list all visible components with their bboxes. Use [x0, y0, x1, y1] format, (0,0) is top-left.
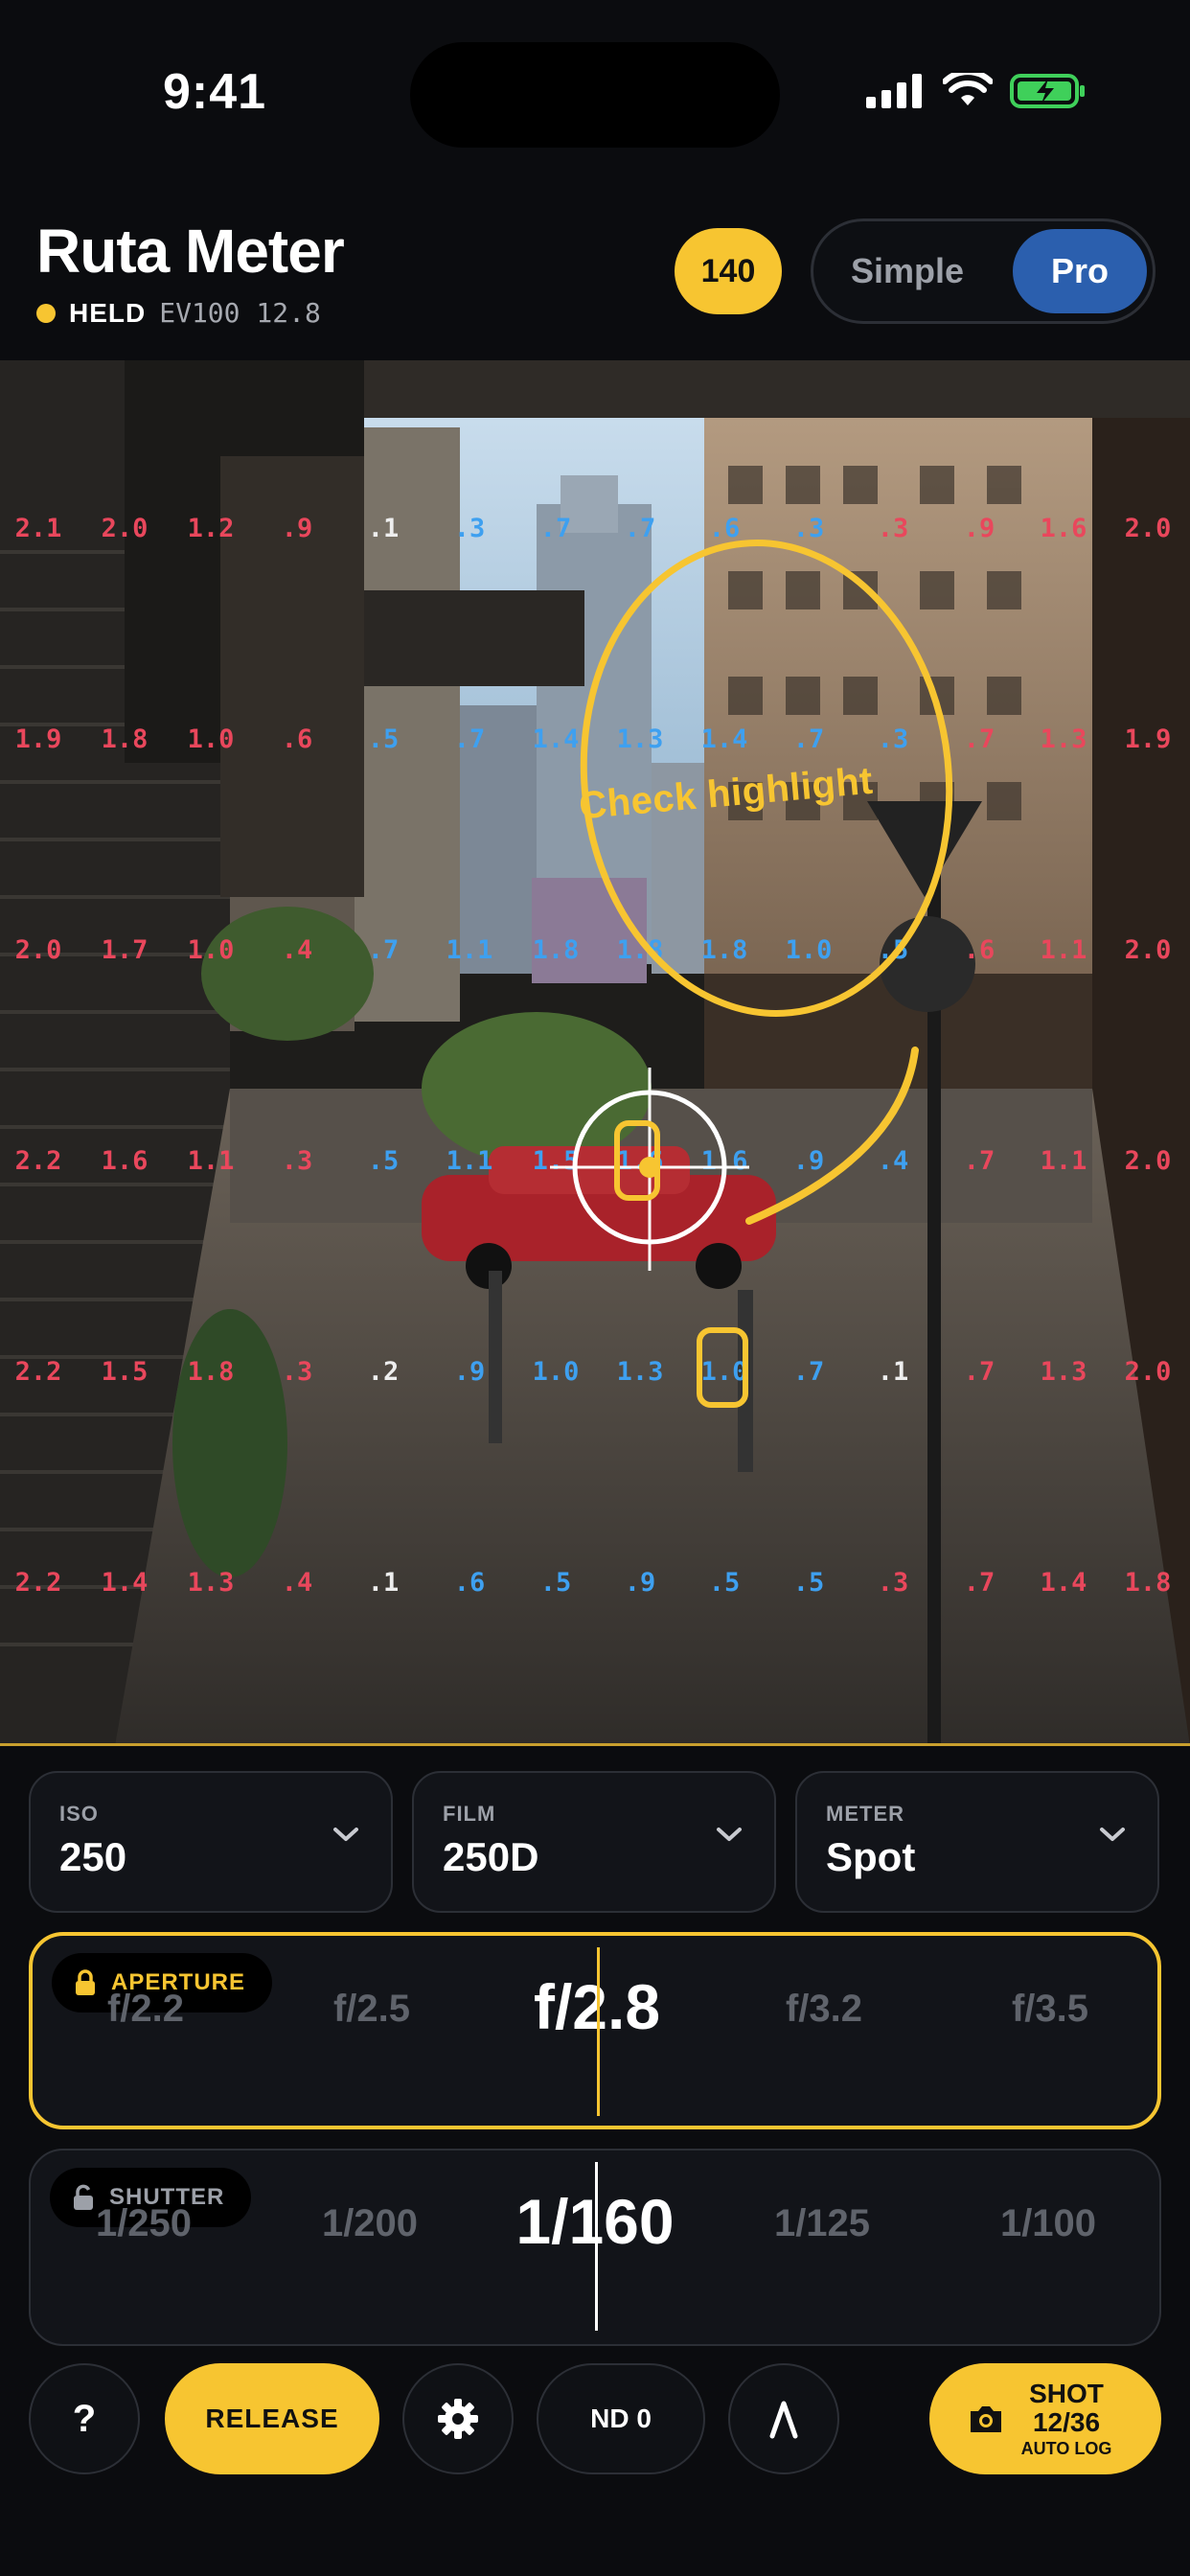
annotation-arrow-path — [745, 1046, 919, 1225]
dynamic-island — [410, 42, 780, 148]
spot-point — [639, 1157, 660, 1178]
mode-simple-option[interactable]: Simple — [825, 229, 990, 313]
count-badge[interactable]: 140 — [675, 228, 782, 314]
lock-open-icon — [74, 2184, 93, 2210]
status-time: 9:41 — [163, 64, 267, 120]
help-button[interactable]: ? — [29, 2363, 140, 2474]
chevron-down-icon — [1100, 1828, 1125, 1841]
iso-selector[interactable]: ISO 250 — [29, 1771, 393, 1913]
shot-counter-button[interactable]: SHOT 12/36 AUTO LOG — [929, 2363, 1161, 2474]
aperture-stop[interactable]: f/3.2 — [786, 1988, 862, 2031]
aperture-stop[interactable]: f/2.5 — [333, 1988, 410, 2031]
aperture-needle — [597, 1947, 600, 2116]
chevron-down-icon — [717, 1828, 742, 1841]
meter-value: Spot — [826, 1834, 916, 1879]
shutter-needle — [595, 2162, 598, 2331]
shutter-stop[interactable]: 1/100 — [1000, 2202, 1096, 2245]
film-selector[interactable]: FILM 250D — [412, 1771, 776, 1913]
status-bar: 9:41 — [0, 0, 1190, 192]
held-indicator-dot — [36, 303, 56, 323]
shot-count: 12/36 — [1032, 2407, 1101, 2437]
meter-label: METER — [826, 1802, 904, 1826]
aperture-stop[interactable]: f/2.2 — [107, 1988, 184, 2031]
chevron-down-icon — [333, 1828, 358, 1841]
ev-readout: EV100 12.8 — [159, 297, 321, 329]
iso-value: 250 — [59, 1834, 127, 1879]
gear-icon — [438, 2399, 478, 2439]
mode-toggle[interactable]: Simple Pro — [811, 218, 1156, 324]
shot-counter-text: SHOT 12/36 AUTO LOG — [1020, 2379, 1112, 2458]
mode-pro-option[interactable]: Pro — [1013, 229, 1147, 313]
release-button[interactable]: RELEASE — [165, 2363, 379, 2474]
nd-filter-button[interactable]: ND 0 — [537, 2363, 705, 2474]
settings-button[interactable] — [402, 2363, 514, 2474]
battery-charging-icon — [1010, 74, 1085, 108]
shutter-stop[interactable]: 1/250 — [96, 2202, 192, 2245]
held-label: HELD — [69, 297, 147, 328]
viewfinder-overlay — [550, 540, 953, 1408]
film-label: FILM — [443, 1802, 496, 1826]
camera-icon — [970, 2406, 1001, 2432]
shot-label: SHOT — [1029, 2379, 1104, 2408]
compass-button[interactable] — [728, 2363, 839, 2474]
lock-closed-icon — [76, 1969, 95, 1995]
exposure-hold-status: HELD EV100 12.8 — [36, 297, 321, 329]
shutter-dial[interactable]: SHUTTER 1/250 1/200 1/160 1/125 1/100 — [29, 2149, 1161, 2346]
shutter-stop[interactable]: 1/200 — [322, 2202, 418, 2245]
camera-viewfinder[interactable]: 2.1 2.0 1.2.9.1.3.7.7.6.3.3.9 1.6 2.0 1.9 1.8 1… — [0, 360, 1190, 1746]
compass-caret-icon — [769, 2401, 798, 2439]
spot-bracket-secondary — [697, 1327, 748, 1408]
wifi-icon — [943, 73, 993, 105]
app-title: Ruta Meter — [36, 217, 345, 286]
shot-sub-label: AUTO LOG — [1020, 2439, 1112, 2458]
cellular-signal-icon — [866, 74, 922, 108]
aperture-stop[interactable]: f/3.5 — [1012, 1988, 1088, 2031]
iso-label: ISO — [59, 1802, 99, 1826]
meter-selector[interactable]: METER Spot — [795, 1771, 1159, 1913]
shutter-stop[interactable]: 1/125 — [774, 2202, 870, 2245]
aperture-dial[interactable]: APERTURE f/2.2 f/2.5 f/2.8 f/3.2 f/3.5 — [29, 1932, 1161, 2129]
film-value: 250D — [443, 1834, 539, 1879]
status-icons — [866, 73, 1087, 109]
